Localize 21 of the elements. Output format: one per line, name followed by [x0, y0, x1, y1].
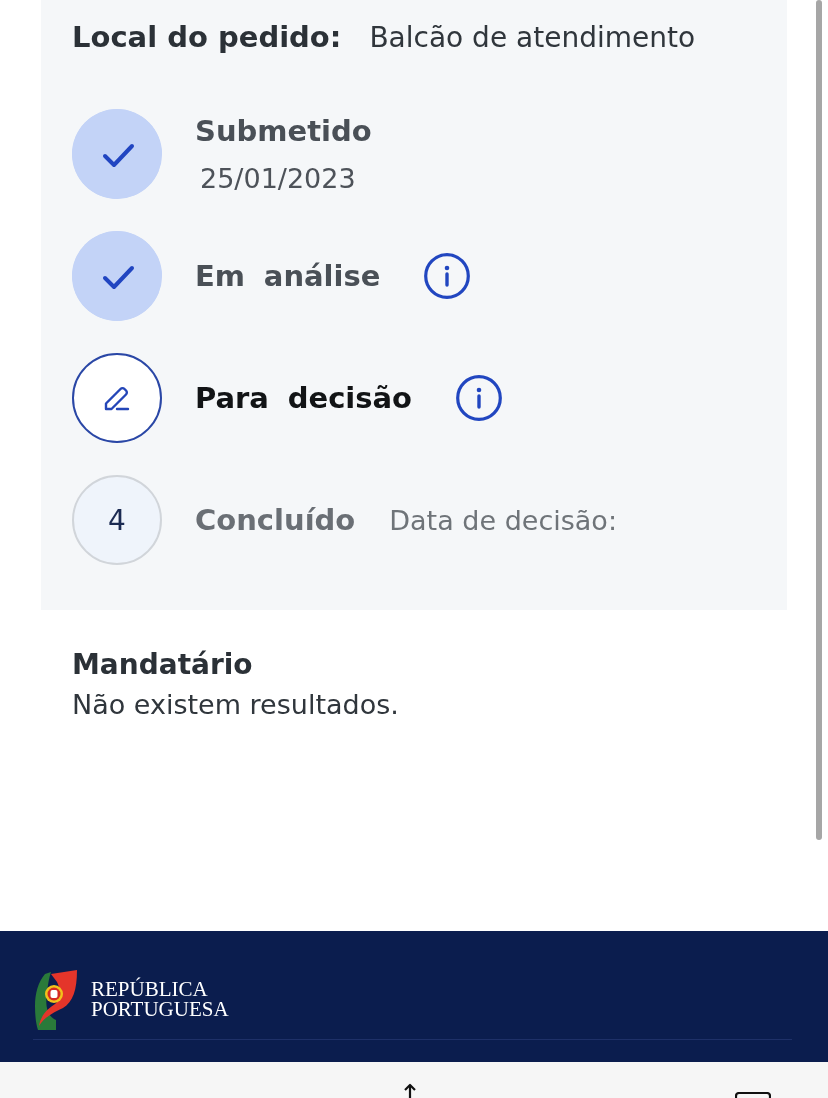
section-title: Mandatário [72, 647, 254, 683]
step-date: 25/01/2023 [200, 162, 357, 196]
check-icon [72, 231, 162, 321]
scrollbar[interactable] [816, 0, 822, 840]
info-icon[interactable] [424, 253, 471, 299]
step-label: Concluído [195, 502, 356, 539]
emblem-icon [35, 970, 77, 1030]
step-number: 4 [72, 475, 162, 565]
step-label: Submetido [195, 113, 372, 150]
brand-name: PORTUGUESA [91, 999, 229, 1019]
field-label: Local do pedido: [72, 19, 342, 56]
empty-message: Não existem resultados. [72, 688, 400, 722]
step-detail: Data de decisão: [389, 504, 617, 536]
step-label: Em análise [195, 258, 381, 295]
field-value: Balcão de atendimento [369, 20, 696, 56]
info-icon[interactable] [456, 375, 503, 421]
share-icon[interactable] [402, 1083, 418, 1098]
step-label: Para decisão [195, 380, 413, 417]
check-icon [72, 109, 162, 199]
brand-name: REPÚBLICA [91, 979, 209, 999]
tabs-icon[interactable] [735, 1092, 771, 1098]
